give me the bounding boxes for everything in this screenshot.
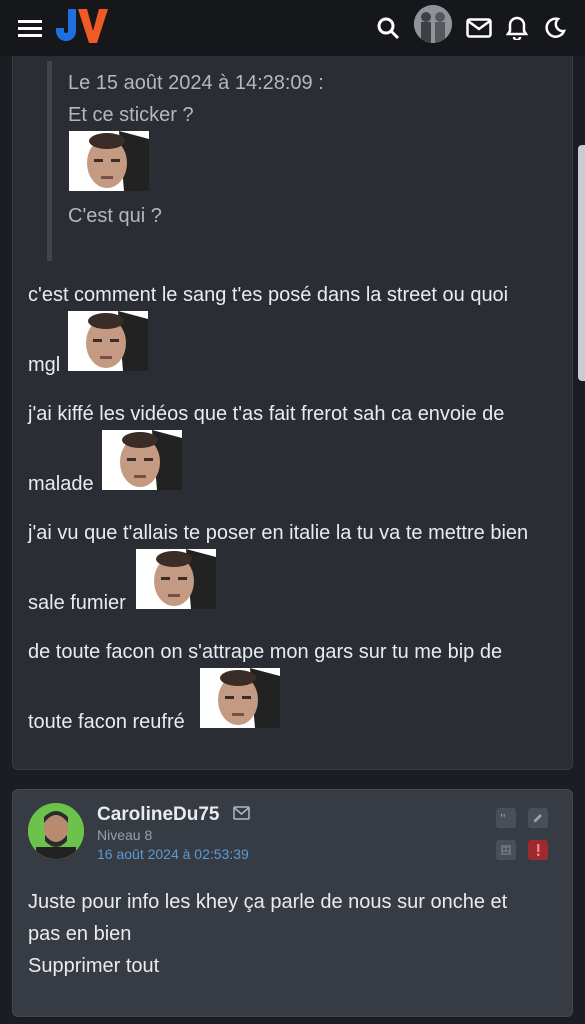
quote-line: Et ce sticker ? (68, 104, 194, 126)
sticker-image (136, 549, 216, 609)
scrollbar-thumb[interactable] (578, 145, 585, 381)
author-username[interactable]: CarolineDu75 (97, 804, 219, 826)
quote-icon[interactable]: " (496, 808, 516, 828)
post-date-link[interactable]: 16 août 2024 à 02:53:39 (97, 846, 249, 862)
message-line: de toute facon on s'attrape mon gars sur… (28, 641, 503, 663)
svg-text:": " (500, 813, 506, 823)
message-line: Juste pour info les khey ça parle de nou… (28, 891, 508, 913)
message-line: c'est comment le sang t'es posé dans la … (28, 284, 509, 306)
sticker-image (69, 131, 149, 191)
site-logo[interactable] (54, 5, 110, 45)
menu-icon[interactable] (12, 10, 48, 46)
quote-block: Le 15 août 2024 à 14:28:09 : Et ce stick… (47, 61, 522, 261)
sticker-image (102, 430, 182, 490)
message-author-icon[interactable] (233, 806, 250, 825)
moon-icon[interactable] (537, 10, 573, 46)
bell-icon[interactable] (499, 10, 535, 46)
sticker-image (200, 668, 280, 728)
quote-line: C'est qui ? (68, 205, 162, 227)
message-line: toute facon reufré (28, 711, 185, 733)
sticker-image (68, 311, 148, 371)
message-line: j'ai vu que t'allais te poser en italie … (28, 522, 529, 544)
message-line: sale fumier (28, 592, 126, 614)
author-level: Niveau 8 (97, 827, 153, 843)
author-avatar[interactable] (28, 803, 84, 859)
quote-header: Le 15 août 2024 à 14:28:09 : (68, 72, 324, 94)
message-line: mgl (28, 354, 61, 376)
sticker-face-icon[interactable] (496, 840, 516, 860)
report-icon[interactable] (528, 840, 548, 860)
message-line: j'ai kiffé les vidéos que t'as fait frer… (28, 403, 505, 425)
message-line: Supprimer tout (28, 955, 160, 977)
mail-icon[interactable] (461, 10, 497, 46)
message-line: malade (28, 473, 94, 495)
post-message: Le 15 août 2024 à 14:28:09 : Et ce stick… (12, 30, 573, 770)
message-line: pas en bien (28, 923, 132, 945)
post-message: CarolineDu75 Niveau 8 16 août 2024 à 02:… (12, 789, 573, 1017)
edit-icon[interactable] (528, 808, 548, 828)
user-avatar[interactable] (414, 5, 452, 43)
search-icon[interactable] (370, 10, 406, 46)
top-bar (0, 0, 585, 56)
